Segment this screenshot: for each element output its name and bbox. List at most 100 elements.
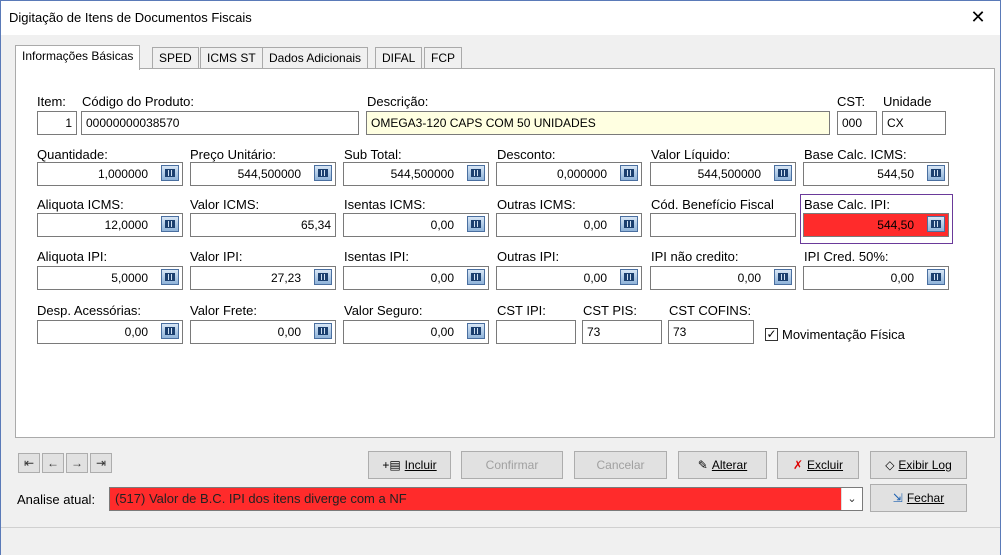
desconto-field[interactable]: 0,000000 (496, 162, 642, 186)
alterar-button[interactable]: ✎ Alterar (678, 451, 767, 479)
calculator-icon[interactable] (927, 216, 945, 232)
desp-acessorias-label: Desp. Acessórias: (37, 303, 142, 318)
isentas-ipi-field[interactable]: 0,00 (343, 266, 489, 290)
tab-fcp[interactable]: FCP (424, 47, 462, 68)
sub-total-field[interactable]: 544,500000 (343, 162, 489, 186)
cst-field[interactable]: 000 (837, 111, 877, 135)
desp-acessorias-field[interactable]: 0,00 (37, 320, 183, 344)
ipi-cred-50-value: 0,00 (890, 271, 914, 285)
calculator-icon[interactable] (774, 165, 792, 181)
last-record-button[interactable]: ⇥ (90, 453, 112, 473)
cod-beneficio-label: Cód. Benefício Fiscal (651, 197, 774, 212)
first-record-button[interactable]: ⇤ (18, 453, 40, 473)
cod-beneficio-field[interactable] (650, 213, 796, 237)
cst-label: CST: (837, 94, 866, 109)
view-log-icon: ◇ (885, 458, 895, 472)
next-record-button[interactable]: → (66, 453, 88, 473)
tab-icms-st[interactable]: ICMS ST (200, 47, 263, 68)
valor-ipi-field[interactable]: 27,23 (190, 266, 336, 290)
cst-pis-field[interactable]: 73 (582, 320, 662, 344)
outras-ipi-field[interactable]: 0,00 (496, 266, 642, 290)
valor-seguro-field[interactable]: 0,00 (343, 320, 489, 344)
tab-informacoes-basicas[interactable]: Informações Básicas (15, 45, 141, 70)
ipi-cred-50-label: IPI Cred. 50%: (804, 249, 889, 264)
base-calc-icms-label: Base Calc. ICMS: (804, 147, 907, 162)
calculator-icon[interactable] (927, 269, 945, 285)
descricao-field[interactable]: OMEGA3-120 CAPS COM 50 UNIDADES (366, 111, 830, 135)
cst-ipi-label: CST IPI: (497, 303, 546, 318)
confirmar-button[interactable]: Confirmar (461, 451, 563, 479)
calculator-icon[interactable] (620, 165, 638, 181)
calculator-icon[interactable] (161, 165, 179, 181)
quantidade-field[interactable]: 1,000000 (37, 162, 183, 186)
outras-ipi-value: 0,00 (583, 271, 607, 285)
dialog-window: Digitação de Itens de Documentos Fiscais… (0, 0, 1001, 555)
sub-total-label: Sub Total: (344, 147, 402, 162)
tab-difal[interactable]: DIFAL (375, 47, 423, 68)
isentas-icms-field[interactable]: 0,00 (343, 213, 489, 237)
cst-ipi-field[interactable] (496, 320, 576, 344)
isentas-ipi-label: Isentas IPI: (344, 249, 410, 264)
aliquota-icms-field[interactable]: 12,0000 (37, 213, 183, 237)
aliquota-icms-value: 12,0000 (104, 218, 148, 232)
chevron-down-icon[interactable]: ⌄ (841, 488, 862, 510)
title-bar: Digitação de Itens de Documentos Fiscais… (1, 1, 1000, 35)
desconto-value: 0,000000 (556, 167, 607, 181)
tab-dados-adicionais[interactable]: Dados Adicionais (262, 47, 369, 68)
preco-unitario-field[interactable]: 544,500000 (190, 162, 336, 186)
item-field[interactable]: 1 (37, 111, 77, 135)
calculator-icon[interactable] (774, 269, 792, 285)
calculator-icon[interactable] (467, 165, 485, 181)
calculator-icon[interactable] (161, 269, 179, 285)
valor-ipi-value: 27,23 (270, 271, 301, 285)
base-calc-ipi-field[interactable]: 544,50 (803, 213, 949, 237)
fechar-button[interactable]: ⇲ Fechar (870, 484, 967, 512)
previous-record-button[interactable]: ← (42, 453, 64, 473)
unidade-field[interactable]: CX (882, 111, 946, 135)
incluir-button[interactable]: +▤ Incluir (368, 451, 451, 479)
movimentacao-fisica-label: Movimentação Física (782, 327, 905, 342)
valor-frete-field[interactable]: 0,00 (190, 320, 336, 344)
calculator-icon[interactable] (620, 269, 638, 285)
close-icon[interactable]: ✕ (968, 7, 988, 28)
ipi-nao-credito-field[interactable]: 0,00 (650, 266, 796, 290)
cancelar-button[interactable]: Cancelar (574, 451, 667, 479)
desp-acessorias-value: 0,00 (124, 325, 148, 339)
base-calc-icms-value: 544,50 (877, 167, 914, 181)
aliquota-ipi-field[interactable]: 5,0000 (37, 266, 183, 290)
codigo-produto-field[interactable]: 00000000038570 (81, 111, 359, 135)
aliquota-icms-label: Aliquota ICMS: (37, 197, 124, 212)
outras-icms-label: Outras ICMS: (497, 197, 576, 212)
calculator-icon[interactable] (620, 216, 638, 232)
valor-frete-value: 0,00 (277, 325, 301, 339)
isentas-icms-label: Isentas ICMS: (344, 197, 426, 212)
calculator-icon[interactable] (467, 323, 485, 339)
calculator-icon[interactable] (467, 269, 485, 285)
add-icon: +▤ (382, 458, 401, 472)
quantidade-label: Quantidade: (37, 147, 108, 162)
ipi-nao-credito-value: 0,00 (737, 271, 761, 285)
movimentacao-fisica-checkbox[interactable]: ✓ (765, 328, 778, 341)
preco-unitario-value: 544,500000 (237, 167, 301, 181)
outras-icms-field[interactable]: 0,00 (496, 213, 642, 237)
calculator-icon[interactable] (467, 216, 485, 232)
analise-atual-select[interactable]: (517) Valor de B.C. IPI dos itens diverg… (109, 487, 863, 511)
calculator-icon[interactable] (314, 165, 332, 181)
exibir-log-label: Exibir Log (898, 458, 952, 472)
exibir-log-button[interactable]: ◇ Exibir Log (870, 451, 967, 479)
valor-liquido-field[interactable]: 544,500000 (650, 162, 796, 186)
excluir-button[interactable]: ✗ Excluir (777, 451, 859, 479)
edit-icon: ✎ (697, 458, 708, 472)
base-calc-icms-field[interactable]: 544,50 (803, 162, 949, 186)
cst-cofins-field[interactable]: 73 (668, 320, 754, 344)
valor-icms-field[interactable]: 65,34 (190, 213, 336, 237)
calculator-icon[interactable] (161, 323, 179, 339)
calculator-icon[interactable] (314, 269, 332, 285)
calculator-icon[interactable] (314, 323, 332, 339)
isentas-icms-value: 0,00 (430, 218, 454, 232)
ipi-cred-50-field[interactable]: 0,00 (803, 266, 949, 290)
calculator-icon[interactable] (927, 165, 945, 181)
valor-ipi-label: Valor IPI: (190, 249, 243, 264)
calculator-icon[interactable] (161, 216, 179, 232)
tab-sped[interactable]: SPED (152, 47, 199, 68)
